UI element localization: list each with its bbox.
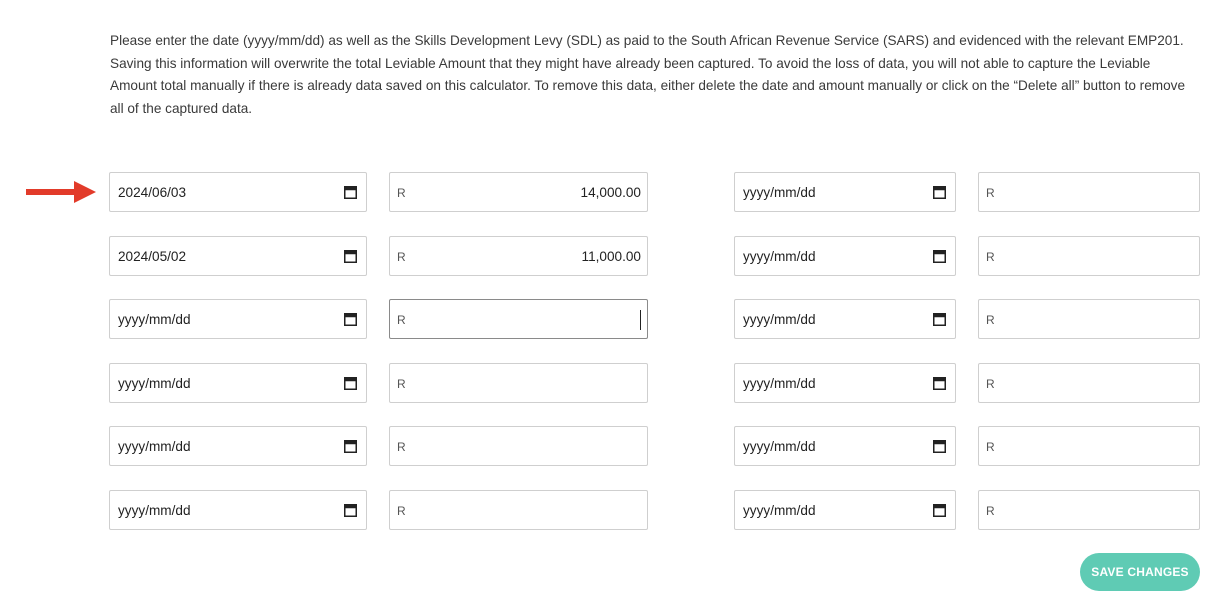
date-placeholder: yyyy/mm/dd — [743, 185, 816, 200]
currency-prefix: R — [397, 313, 406, 327]
date-field-right-6[interactable]: yyyy/mm/dd — [734, 490, 956, 530]
save-changes-button[interactable]: SAVE CHANGES — [1080, 553, 1200, 591]
date-placeholder: yyyy/mm/dd — [118, 503, 191, 518]
date-placeholder: yyyy/mm/dd — [743, 312, 816, 327]
calendar-icon[interactable] — [933, 250, 946, 263]
date-placeholder: yyyy/mm/dd — [118, 439, 191, 454]
currency-prefix: R — [397, 504, 406, 518]
date-placeholder: yyyy/mm/dd — [118, 312, 191, 327]
calendar-icon[interactable] — [933, 186, 946, 199]
currency-prefix: R — [397, 440, 406, 454]
amount-field-right-1[interactable]: R — [978, 172, 1200, 212]
calendar-icon[interactable] — [344, 440, 357, 453]
date-field-right-3[interactable]: yyyy/mm/dd — [734, 299, 956, 339]
calendar-icon[interactable] — [344, 186, 357, 199]
currency-prefix: R — [397, 250, 406, 264]
currency-prefix: R — [986, 250, 995, 264]
date-field-left-4[interactable]: yyyy/mm/dd — [109, 363, 367, 403]
date-field-left-2[interactable]: 2024/05/02 — [109, 236, 367, 276]
calendar-icon[interactable] — [344, 313, 357, 326]
date-placeholder: yyyy/mm/dd — [743, 376, 816, 391]
amount-field-left-4[interactable]: R — [389, 363, 648, 403]
date-field-right-4[interactable]: yyyy/mm/dd — [734, 363, 956, 403]
currency-prefix: R — [986, 186, 995, 200]
amount-field-right-3[interactable]: R — [978, 299, 1200, 339]
currency-prefix: R — [986, 313, 995, 327]
amount-value: 11,000.00 — [581, 249, 641, 264]
currency-prefix: R — [986, 377, 995, 391]
currency-prefix: R — [397, 377, 406, 391]
date-field-left-6[interactable]: yyyy/mm/dd — [109, 490, 367, 530]
instructions: Please enter the date (yyyy/mm/dd) as we… — [110, 30, 1200, 120]
amount-field-right-4[interactable]: R — [978, 363, 1200, 403]
currency-prefix: R — [986, 440, 995, 454]
text-caret — [640, 310, 641, 330]
calendar-icon[interactable] — [344, 377, 357, 390]
date-field-left-5[interactable]: yyyy/mm/dd — [109, 426, 367, 466]
amount-field-left-1[interactable]: R 14,000.00 — [389, 172, 648, 212]
date-value: 2024/05/02 — [118, 249, 187, 264]
arrow-right-icon — [26, 181, 96, 203]
amount-field-left-6[interactable]: R — [389, 490, 648, 530]
calendar-icon[interactable] — [344, 250, 357, 263]
amount-field-right-5[interactable]: R — [978, 426, 1200, 466]
amount-value: 14,000.00 — [580, 185, 641, 200]
date-field-left-1[interactable]: 2024/06/03 — [109, 172, 367, 212]
calendar-icon[interactable] — [933, 313, 946, 326]
date-placeholder: yyyy/mm/dd — [743, 249, 816, 264]
amount-field-left-5[interactable]: R — [389, 426, 648, 466]
date-field-right-5[interactable]: yyyy/mm/dd — [734, 426, 956, 466]
date-placeholder: yyyy/mm/dd — [743, 503, 816, 518]
date-value: 2024/06/03 — [118, 185, 187, 200]
date-placeholder: yyyy/mm/dd — [743, 439, 816, 454]
date-field-right-1[interactable]: yyyy/mm/dd — [734, 172, 956, 212]
date-placeholder: yyyy/mm/dd — [118, 376, 191, 391]
currency-prefix: R — [986, 504, 995, 518]
calendar-icon[interactable] — [933, 440, 946, 453]
instructions-paragraph-1: Please enter the date (yyyy/mm/dd) as we… — [110, 33, 1184, 48]
date-field-right-2[interactable]: yyyy/mm/dd — [734, 236, 956, 276]
calendar-icon[interactable] — [933, 504, 946, 517]
calendar-icon[interactable] — [344, 504, 357, 517]
instructions-paragraph-2: Saving this information will overwrite t… — [110, 55, 1186, 116]
amount-field-right-6[interactable]: R — [978, 490, 1200, 530]
amount-field-left-3[interactable]: R — [389, 299, 648, 339]
currency-prefix: R — [397, 186, 406, 200]
amount-field-right-2[interactable]: R — [978, 236, 1200, 276]
amount-field-left-2[interactable]: R 11,000.00 — [389, 236, 648, 276]
calendar-icon[interactable] — [933, 377, 946, 390]
date-field-left-3[interactable]: yyyy/mm/dd — [109, 299, 367, 339]
